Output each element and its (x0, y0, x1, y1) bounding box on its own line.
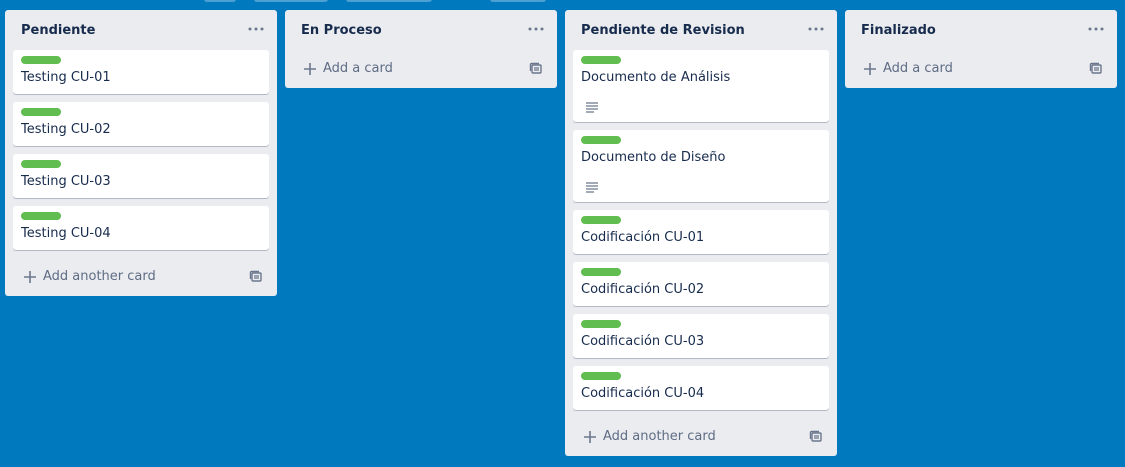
list-header: En Proceso (285, 10, 557, 50)
card-title: Documento de Análisis (581, 70, 731, 85)
card-label[interactable] (21, 56, 61, 64)
list-header: Pendiente de Revision (565, 10, 837, 50)
plus-icon (23, 269, 37, 283)
card-label[interactable] (581, 136, 621, 144)
card[interactable]: Documento de Diseño (573, 130, 829, 202)
more-horizontal-icon[interactable] (247, 21, 265, 37)
card-title: Codificación CU-02 (581, 282, 705, 297)
more-horizontal-icon[interactable] (527, 21, 545, 37)
list-header: Finalizado (845, 10, 1117, 50)
list-finalizado: Finalizado Add a card (845, 10, 1117, 88)
list-title[interactable]: Pendiente de Revision (581, 23, 745, 38)
list-pendiente: Pendiente Testing CU-01 Testing CU-02 Te… (5, 10, 277, 296)
card-template-icon[interactable] (529, 61, 543, 75)
add-card-label: Add a card (883, 60, 953, 76)
add-card-button[interactable]: Add another card (5, 258, 277, 294)
card[interactable]: Testing CU-04 (13, 206, 269, 250)
plus-icon (863, 61, 877, 75)
card-label[interactable] (21, 160, 61, 168)
list-en-proceso: En Proceso Add a card (285, 10, 557, 88)
card[interactable]: Codificación CU-02 (573, 262, 829, 306)
add-card-label: Add a card (323, 60, 393, 76)
card-title: Testing CU-03 (21, 174, 111, 189)
card-title: Testing CU-02 (21, 122, 111, 137)
list-title[interactable]: En Proceso (301, 23, 382, 38)
card[interactable]: Testing CU-01 (13, 50, 269, 94)
add-card-button[interactable]: Add a card (285, 50, 557, 86)
more-horizontal-icon[interactable] (807, 21, 825, 37)
card-label[interactable] (21, 108, 61, 116)
list-title[interactable]: Finalizado (861, 23, 936, 38)
add-card-label: Add another card (603, 428, 716, 444)
card-template-icon[interactable] (1089, 61, 1103, 75)
card-label[interactable] (581, 56, 621, 64)
board-header-button[interactable] (204, 0, 236, 2)
description-icon (585, 98, 599, 113)
card[interactable]: Testing CU-03 (13, 154, 269, 198)
card-title: Codificación CU-01 (581, 230, 705, 245)
card-title: Testing CU-01 (21, 70, 111, 85)
add-card-button[interactable]: Add a card (845, 50, 1117, 86)
board-header-button[interactable] (254, 0, 328, 2)
card-label[interactable] (581, 320, 621, 328)
add-card-button[interactable]: Add another card (565, 418, 837, 454)
list-header: Pendiente (5, 10, 277, 50)
card-list: Testing CU-01 Testing CU-02 Testing CU-0… (5, 50, 277, 250)
card-label[interactable] (581, 216, 621, 224)
plus-icon (303, 61, 317, 75)
card[interactable]: Documento de Análisis (573, 50, 829, 122)
list-pendiente-de-revision: Pendiente de Revision Documento de Análi… (565, 10, 837, 456)
card-template-icon[interactable] (249, 269, 263, 283)
board-header-button[interactable] (346, 0, 432, 2)
more-horizontal-icon[interactable] (1087, 21, 1105, 37)
card-title: Documento de Diseño (581, 150, 726, 165)
board-header-button[interactable] (490, 0, 546, 2)
add-card-label: Add another card (43, 268, 156, 284)
list-title[interactable]: Pendiente (21, 23, 95, 38)
plus-icon (583, 429, 597, 443)
card-template-icon[interactable] (809, 429, 823, 443)
card[interactable]: Testing CU-02 (13, 102, 269, 146)
card-title: Testing CU-04 (21, 226, 111, 241)
description-icon (585, 178, 599, 193)
card-title: Codificación CU-03 (581, 334, 705, 349)
card-list: Documento de Análisis Documento de Diseñ… (565, 50, 837, 410)
card[interactable]: Codificación CU-01 (573, 210, 829, 254)
card-label[interactable] (581, 268, 621, 276)
card-label[interactable] (21, 212, 61, 220)
card-title: Codificación CU-04 (581, 386, 705, 401)
card-label[interactable] (581, 372, 621, 380)
card[interactable]: Codificación CU-03 (573, 314, 829, 358)
card[interactable]: Codificación CU-04 (573, 366, 829, 410)
